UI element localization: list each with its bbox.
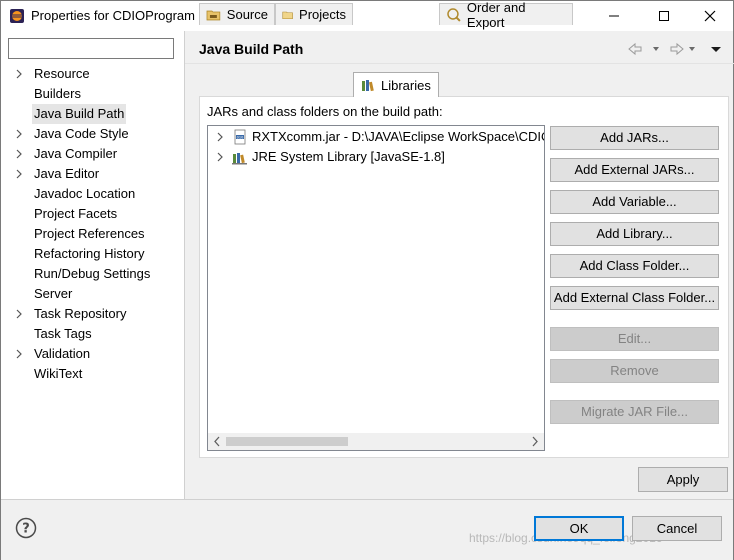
sidebar-item-label: Java Editor (34, 166, 100, 181)
add-jars-button[interactable]: Add JARs... (550, 126, 719, 150)
add-external-class-folder-button[interactable]: Add External Class Folder... (550, 286, 719, 310)
filter-input[interactable] (8, 38, 174, 59)
edit-button[interactable]: Edit... (550, 327, 719, 351)
tab-order-and-export[interactable]: Order and Export (439, 0, 573, 30)
sidebar-item-java-build-path[interactable]: Java Build Path (1, 104, 185, 124)
libraries-icon (362, 80, 374, 92)
sidebar-item-refactoring-history[interactable]: Refactoring History (1, 244, 185, 264)
sidebar-item-label: Refactoring History (34, 246, 145, 261)
sidebar-item-java-editor[interactable]: Java Editor (1, 164, 185, 184)
cancel-button[interactable]: Cancel (632, 516, 722, 541)
chevron-right-icon[interactable] (15, 64, 25, 84)
minimize-icon (609, 15, 619, 17)
projects-folder-icon (282, 11, 293, 19)
view-menu-icon[interactable] (711, 47, 721, 52)
forward-dropdown-icon[interactable] (689, 47, 695, 51)
svg-text:?: ? (22, 522, 30, 537)
sidebar-item-builders[interactable]: Builders (1, 84, 185, 104)
sidebar-item-label: Project Facets (34, 206, 118, 221)
ok-button[interactable]: OK (534, 516, 624, 541)
sidebar-item-wikitext[interactable]: WikiText (1, 364, 185, 384)
tree-item-label: RXTXcomm.jar - D:\JAVA\Eclipse WorkSpace… (252, 129, 545, 144)
help-icon[interactable]: ? (15, 517, 37, 539)
properties-dialog: Properties for CDIOProgram Resource Build… (0, 0, 734, 560)
back-arrow-icon[interactable] (628, 42, 642, 56)
sidebar-item-label: Task Tags (34, 326, 92, 341)
sidebar-item-label: Builders (34, 86, 81, 101)
sidebar-item-label: Server (34, 286, 73, 301)
build-path-tree[interactable]: 010 RXTXcomm.jar - D:\JAVA\Eclipse WorkS… (207, 125, 545, 451)
tab-label: Source (226, 7, 268, 22)
eclipse-app-icon (10, 9, 24, 23)
sidebar-item-label: Run/Debug Settings (34, 266, 151, 281)
sidebar-item-label: Javadoc Location (34, 186, 136, 201)
chevron-right-icon[interactable] (216, 152, 224, 162)
maximize-button[interactable] (641, 1, 687, 31)
history-navigation (627, 41, 727, 57)
property-pages-pane: Resource Builders Java Build Path Java Code… (1, 31, 185, 499)
remove-button[interactable]: Remove (550, 359, 719, 383)
back-dropdown-icon[interactable] (653, 47, 659, 51)
tab-label: Projects (299, 7, 346, 22)
tab-libraries[interactable]: Libraries (353, 72, 439, 97)
title-bar[interactable]: Properties for CDIOProgram (1, 1, 733, 31)
scrollbar-thumb[interactable] (226, 437, 348, 446)
sidebar-item-label: Java Build Path (32, 104, 127, 124)
maximize-icon (659, 11, 669, 21)
chevron-right-icon[interactable] (15, 124, 25, 144)
property-pages-tree: Resource Builders Java Build Path Java Code… (1, 64, 185, 384)
sidebar-item-label: Java Code Style (34, 126, 129, 141)
sidebar-item-task-repository[interactable]: Task Repository (1, 304, 185, 324)
chevron-right-icon[interactable] (15, 344, 25, 364)
tab-projects[interactable]: Projects (275, 3, 353, 25)
sidebar-item-label: Project References (34, 226, 145, 241)
tab-label: Libraries (381, 77, 431, 93)
add-library-button[interactable]: Add Library... (550, 222, 719, 246)
apply-button[interactable]: Apply (638, 467, 728, 492)
chevron-right-icon[interactable] (15, 304, 25, 324)
sidebar-item-resource[interactable]: Resource (1, 64, 185, 84)
sidebar-item-server[interactable]: Server (1, 284, 185, 304)
page-title: Java Build Path (199, 41, 304, 57)
scroll-right-icon[interactable] (530, 436, 540, 447)
close-button[interactable] (687, 1, 733, 31)
sidebar-item-validation[interactable]: Validation (1, 344, 185, 364)
sidebar-item-label: WikiText (34, 366, 83, 381)
sidebar-item-run-debug-settings[interactable]: Run/Debug Settings (1, 264, 185, 284)
sidebar-item-javadoc-location[interactable]: Javadoc Location (1, 184, 185, 204)
sidebar-item-label: Resource (34, 66, 90, 81)
sidebar-item-label: Java Compiler (34, 146, 118, 161)
forward-arrow-icon[interactable] (670, 42, 684, 56)
sidebar-item-label: Task Repository (34, 306, 127, 321)
sidebar-item-project-references[interactable]: Project References (1, 224, 185, 244)
window-title: Properties for CDIOProgram (31, 8, 195, 23)
chevron-right-icon[interactable] (15, 144, 25, 164)
close-icon (704, 10, 716, 22)
tab-source[interactable]: Source (199, 3, 275, 25)
build-path-heading: JARs and class folders on the build path… (207, 104, 443, 119)
library-icon (232, 153, 247, 165)
chevron-right-icon[interactable] (216, 132, 224, 142)
sidebar-item-project-facets[interactable]: Project Facets (1, 204, 185, 224)
sidebar-item-label: Validation (34, 346, 91, 361)
sidebar-item-java-code-style[interactable]: Java Code Style (1, 124, 185, 144)
svg-text:010: 010 (237, 135, 244, 139)
tab-label: Order and Export (466, 0, 526, 30)
migrate-jar-file-button[interactable]: Migrate JAR File... (550, 400, 719, 424)
add-variable-button[interactable]: Add Variable... (550, 190, 719, 214)
add-class-folder-button[interactable]: Add Class Folder... (550, 254, 719, 278)
source-folder-icon (206, 10, 221, 20)
add-external-jars-button[interactable]: Add External JARs... (550, 158, 719, 182)
order-export-icon (447, 7, 461, 22)
scroll-left-icon[interactable] (212, 436, 222, 447)
sidebar-item-java-compiler[interactable]: Java Compiler (1, 144, 185, 164)
sidebar-item-task-tags[interactable]: Task Tags (1, 324, 185, 344)
tree-item-label: JRE System Library [JavaSE-1.8] (252, 149, 445, 164)
chevron-right-icon[interactable] (15, 164, 25, 184)
header-separator (185, 63, 734, 64)
horizontal-scrollbar[interactable] (208, 433, 544, 450)
jar-file-icon: 010 (234, 129, 246, 145)
minimize-button[interactable] (591, 1, 637, 31)
